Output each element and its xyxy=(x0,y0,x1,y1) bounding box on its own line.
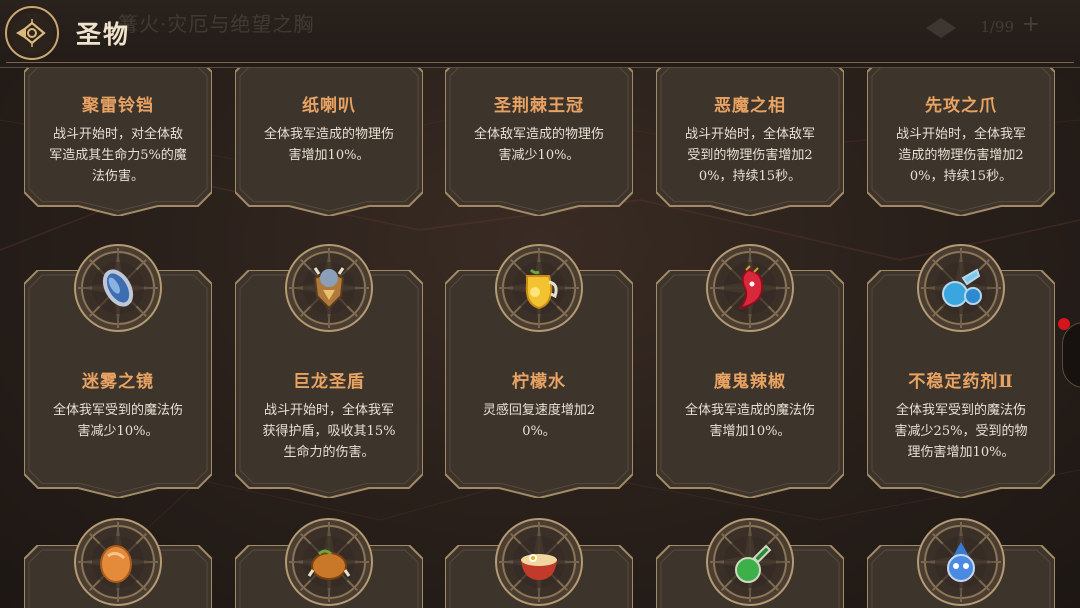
dragon-shield-icon xyxy=(305,264,353,312)
notification-dot xyxy=(1058,318,1070,330)
currency-gem-icon xyxy=(926,18,956,38)
back-emblem-icon xyxy=(16,19,46,47)
mirror-icon xyxy=(94,264,142,312)
relic-medallion xyxy=(285,244,373,332)
relic-name: 巨龙圣盾 xyxy=(293,372,365,392)
header-divider xyxy=(6,62,1074,63)
blue-creature-icon xyxy=(937,538,985,586)
page-title: 圣物 xyxy=(76,20,131,49)
relic-description: 全体我军受到的魔法伤害减少25%，受到的物理伤害增加10%。 xyxy=(894,403,1028,460)
relic-description: 全体我军造成的魔法伤害增加10%。 xyxy=(684,403,815,439)
relic-screen: 聚雷铃铛 战斗开始时，对全体敌军造成其生命力5%的魔法伤害。 纸喇叭 全体我军造成的物… xyxy=(0,0,1080,608)
orange-gem-icon xyxy=(94,538,142,586)
relic-grid: 聚雷铃铛 战斗开始时，对全体敌军造成其生命力5%的魔法伤害。 纸喇叭 全体我军造成的物… xyxy=(0,0,1080,608)
relic-name: 圣荆棘王冠 xyxy=(494,96,584,116)
relic-card[interactable]: 聚雷铃铛战斗开始时，对全体敌军造成其生命力5%的魔法伤害。 xyxy=(24,58,212,216)
relic-name: 恶魔之相 xyxy=(714,96,786,116)
relic-medallion xyxy=(706,518,794,606)
relic-description: 战斗开始时，全体我军获得护盾，吸收其15%生命力的伤害。 xyxy=(262,403,396,460)
side-drawer-tab[interactable] xyxy=(1062,322,1080,388)
relic-name: 柠檬水 xyxy=(512,372,566,392)
relic-description: 战斗开始时，全体敌军受到的物理伤害增加20%，持续15秒。 xyxy=(684,127,815,184)
relic-card[interactable]: 圣荆棘王冠全体敌军造成的物理伤害减少10%。 xyxy=(445,58,633,216)
relic-name: 先攻之爪 xyxy=(925,96,997,116)
add-currency-button[interactable]: + xyxy=(1022,12,1040,37)
currency-count: 1/99 xyxy=(980,18,1014,36)
roast-chicken-icon xyxy=(305,538,353,586)
relic-name: 纸喇叭 xyxy=(302,96,356,116)
relic-card[interactable]: 恶魔之相战斗开始时，全体敌军受到的物理伤害增加20%，持续15秒。 xyxy=(656,58,844,216)
relic-card[interactable]: 先攻之爪战斗开始时，全体我军造成的物理伤害增加20%，持续15秒。 xyxy=(867,58,1055,216)
relic-description: 全体我军受到的魔法伤害减少10%。 xyxy=(52,403,183,439)
lemonade-jug-icon xyxy=(515,264,563,312)
relic-name: 不稳定药剂Ⅱ xyxy=(908,372,1014,392)
relic-description: 战斗开始时，对全体敌军造成其生命力5%的魔法伤害。 xyxy=(49,127,187,184)
relic-medallion xyxy=(74,244,162,332)
relic-medallion xyxy=(917,244,1005,332)
relic-name: 魔鬼辣椒 xyxy=(714,372,786,392)
relic-medallion xyxy=(706,244,794,332)
relic-name: 聚雷铃铛 xyxy=(82,96,154,116)
relic-medallion xyxy=(917,518,1005,606)
relic-description: 战斗开始时，全体我军造成的物理伤害增加20%，持续15秒。 xyxy=(895,127,1026,184)
relic-description: 全体敌军造成的物理伤害减少10%。 xyxy=(473,127,604,163)
relic-medallion xyxy=(74,518,162,606)
devil-pepper-icon xyxy=(726,264,774,312)
relic-medallion xyxy=(495,518,583,606)
relic-description: 灵感回复速度增加20%。 xyxy=(482,403,596,439)
green-flask-icon xyxy=(726,538,774,586)
background-subtitle: 篝火·灾厄与绝望之胸 xyxy=(118,12,315,36)
ramen-bowl-icon xyxy=(515,538,563,586)
relic-medallion xyxy=(495,244,583,332)
back-button[interactable] xyxy=(5,6,59,60)
unstable-potion-icon xyxy=(937,264,985,312)
relic-description: 全体我军造成的物理伤害增加10%。 xyxy=(263,127,394,163)
relic-card[interactable]: 纸喇叭全体我军造成的物理伤害增加10%。 xyxy=(235,58,423,216)
top-bar: 篝火·灾厄与绝望之胸 圣物 1/99 + xyxy=(0,0,1080,68)
relic-name: 迷雾之镜 xyxy=(82,372,154,392)
relic-medallion xyxy=(285,518,373,606)
